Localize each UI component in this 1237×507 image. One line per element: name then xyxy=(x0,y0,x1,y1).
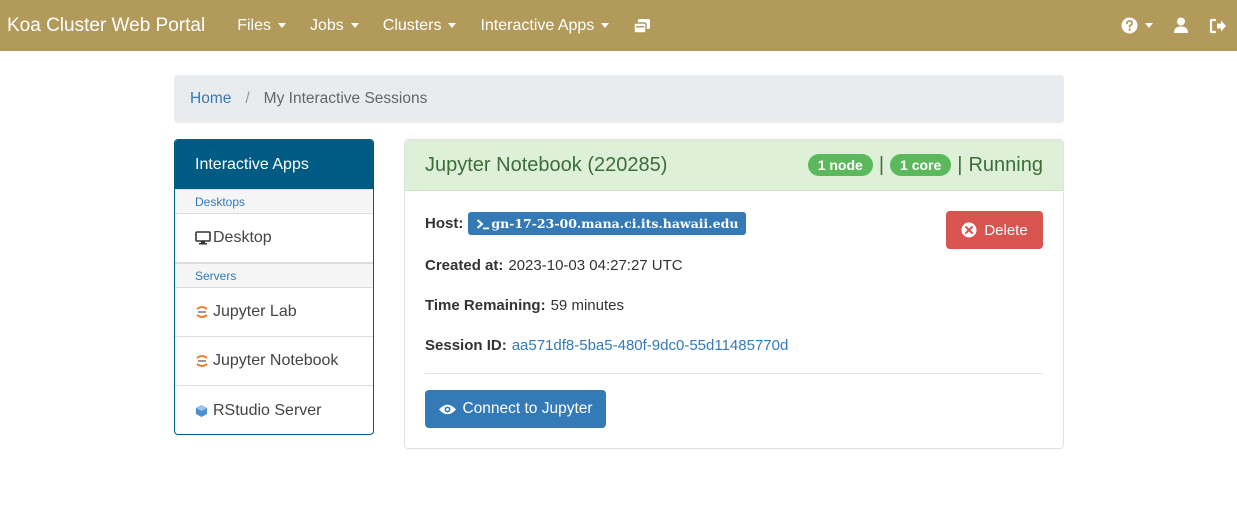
host-row: Host: gn-17-23-00.mana.ci.its.hawaii.edu xyxy=(425,212,747,235)
interactive-apps-menu[interactable]: Interactive Apps xyxy=(468,0,621,51)
breadcrumb-current: My Interactive Sessions xyxy=(263,90,428,107)
help-menu[interactable] xyxy=(1111,0,1163,51)
jobs-menu[interactable]: Jobs xyxy=(298,0,371,51)
close-circle-icon xyxy=(961,222,977,238)
chevron-down-icon xyxy=(448,23,457,28)
terminal-icon xyxy=(477,218,490,229)
user-button[interactable] xyxy=(1163,0,1199,51)
time-remaining-value: 59 minutes xyxy=(550,297,624,314)
breadcrumb-home-link[interactable]: Home xyxy=(190,90,231,108)
logout-icon xyxy=(1209,18,1226,33)
created-value: 2023-10-03 04:27:27 UTC xyxy=(508,257,683,274)
clusters-menu-label: Clusters xyxy=(382,16,442,34)
eye-icon xyxy=(439,404,457,414)
jupyter-icon xyxy=(195,304,213,320)
sidebar-title: Interactive Apps xyxy=(175,140,373,189)
jobs-menu-label: Jobs xyxy=(309,16,344,34)
session-title: Jupyter Notebook (220285) xyxy=(425,153,668,176)
sidebar-category-servers: Servers xyxy=(175,263,373,288)
session-card-header: Jupyter Notebook (220285) 1 node | 1 cor… xyxy=(405,140,1063,191)
status-separator: | xyxy=(957,153,963,176)
top-navbar: Koa Cluster Web Portal Files Jobs Cluste… xyxy=(0,0,1237,51)
my-sessions-button[interactable] xyxy=(621,0,663,51)
sidebar-category-desktops: Desktops xyxy=(175,189,373,214)
clusters-menu[interactable]: Clusters xyxy=(371,0,469,51)
time-remaining-label: Time Remaining: xyxy=(425,297,546,314)
sidebar-item-jupyter-notebook[interactable]: Jupyter Notebook xyxy=(175,337,373,386)
chevron-down-icon xyxy=(277,23,286,28)
session-id-row: Session ID: aa571df8-5ba5-480f-9dc0-55d1… xyxy=(425,337,788,354)
host-label: Host: xyxy=(425,215,464,232)
breadcrumb: Home / My Interactive Sessions xyxy=(174,75,1064,123)
help-icon xyxy=(1121,17,1138,34)
interactive-apps-sidebar: Interactive Apps Desktops Desktop Server… xyxy=(174,139,374,435)
connect-button[interactable]: Connect to Jupyter xyxy=(425,390,606,428)
divider xyxy=(425,373,1043,374)
sidebar-item-desktop[interactable]: Desktop xyxy=(175,214,373,263)
nav-menu: Files Jobs Clusters Interactive Apps xyxy=(225,0,663,51)
host-link[interactable]: gn-17-23-00.mana.ci.its.hawaii.edu xyxy=(468,212,747,235)
node-count-badge: 1 node xyxy=(807,154,873,176)
chevron-down-icon xyxy=(1145,23,1153,28)
brand-title[interactable]: Koa Cluster Web Portal xyxy=(7,15,205,37)
files-menu-label: Files xyxy=(237,16,271,34)
delete-button[interactable]: Delete xyxy=(946,211,1043,249)
session-id-label: Session ID: xyxy=(425,337,507,354)
delete-button-label: Delete xyxy=(984,221,1028,239)
session-id-link[interactable]: aa571df8-5ba5-480f-9dc0-55d11485770d xyxy=(512,337,789,354)
connect-button-label: Connect to Jupyter xyxy=(462,400,593,417)
sidebar-item-label: Jupyter Notebook xyxy=(213,352,339,369)
status-separator: | xyxy=(878,153,885,176)
rstudio-icon xyxy=(195,404,213,418)
sidebar-item-label: RStudio Server xyxy=(213,401,322,419)
nav-right xyxy=(1111,0,1237,51)
sessions-icon xyxy=(633,18,651,34)
user-icon xyxy=(1174,17,1188,33)
desktop-icon xyxy=(195,231,213,245)
sidebar-item-jupyter-lab[interactable]: Jupyter Lab xyxy=(175,288,373,337)
sidebar-item-rstudio-server[interactable]: RStudio Server xyxy=(175,386,373,434)
session-status-group: 1 node | 1 core | Running xyxy=(807,153,1043,177)
session-card: Jupyter Notebook (220285) 1 node | 1 cor… xyxy=(404,139,1064,449)
created-row: Created at: 2023-10-03 04:27:27 UTC xyxy=(425,257,683,274)
chevron-down-icon xyxy=(601,23,610,28)
sidebar-item-label: Jupyter Lab xyxy=(213,303,297,320)
logout-button[interactable] xyxy=(1199,0,1237,51)
session-status: Running xyxy=(968,153,1043,176)
core-count-badge: 1 core xyxy=(890,154,952,176)
time-remaining-row: Time Remaining: 59 minutes xyxy=(425,297,624,314)
sidebar-item-label: Desktop xyxy=(213,229,272,246)
files-menu[interactable]: Files xyxy=(225,0,298,51)
breadcrumb-separator: / xyxy=(245,90,250,107)
host-value: gn-17-23-00.mana.ci.its.hawaii.edu xyxy=(491,216,739,231)
interactive-apps-menu-label: Interactive Apps xyxy=(480,16,595,34)
jupyter-icon xyxy=(195,353,213,369)
created-label: Created at: xyxy=(425,257,504,274)
chevron-down-icon xyxy=(350,23,359,28)
